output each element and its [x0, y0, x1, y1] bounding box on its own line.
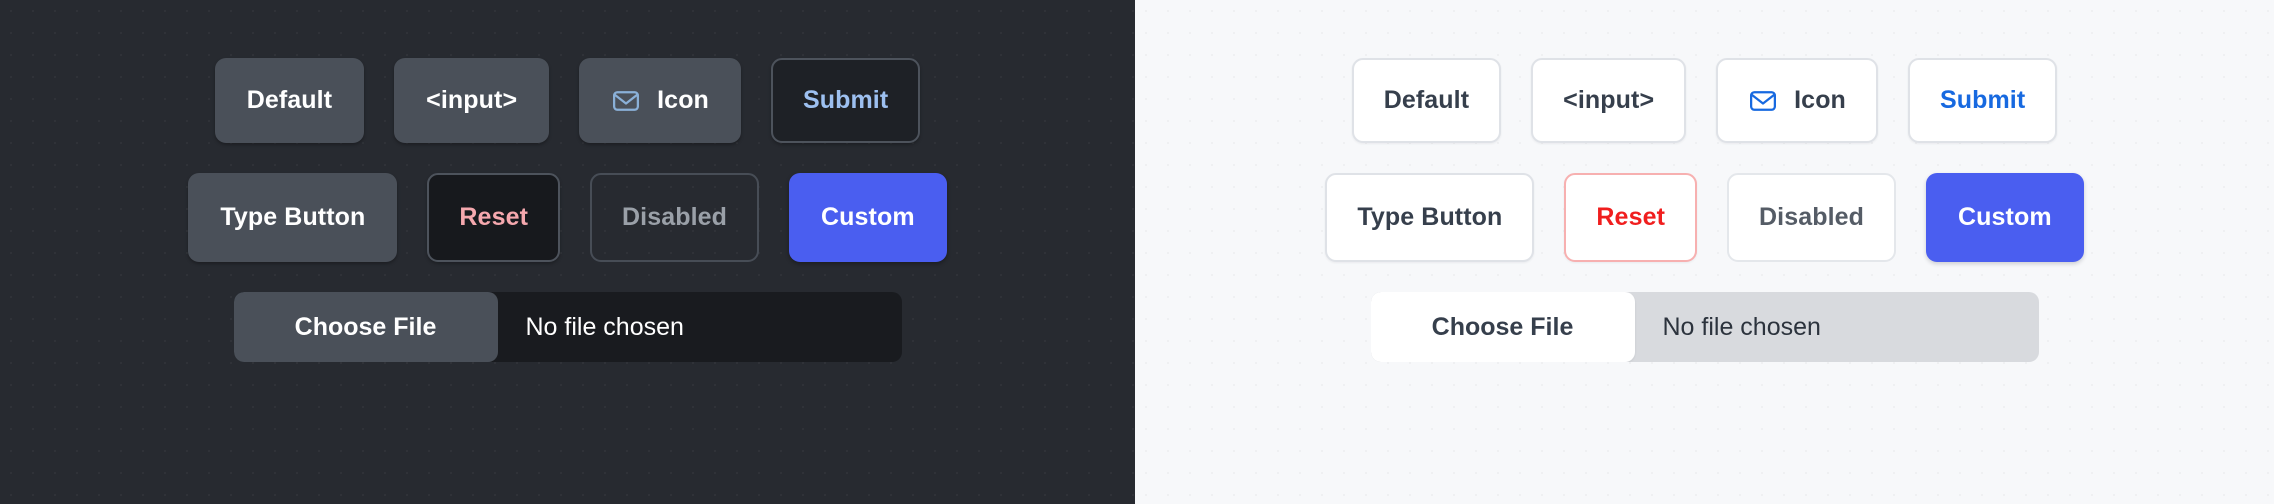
reset-button[interactable]: Reset: [427, 173, 560, 262]
choose-file-button[interactable]: Choose File: [233, 292, 498, 362]
file-status-label: No file chosen: [1662, 312, 1821, 341]
type-button[interactable]: Type Button: [188, 173, 398, 262]
envelope-icon: [611, 86, 641, 116]
custom-button-label: Custom: [821, 203, 915, 231]
reset-button-label: Reset: [1596, 203, 1665, 231]
dark-theme-panel: Default <input> Icon Submit Type Button …: [0, 0, 1135, 504]
type-button-label: Type Button: [1357, 203, 1503, 231]
default-button-label: Default: [246, 86, 333, 114]
dark-button-row-1: Default <input> Icon Submit: [214, 58, 921, 143]
file-input[interactable]: Choose File No file chosen: [233, 292, 902, 362]
reset-button[interactable]: Reset: [1564, 173, 1697, 262]
default-button-label: Default: [1383, 86, 1470, 114]
disabled-button-label: Disabled: [622, 203, 727, 231]
input-button-label: <input>: [1563, 86, 1655, 114]
icon-button-label: Icon: [657, 86, 709, 114]
dark-button-row-2: Type Button Reset Disabled Custom: [188, 173, 947, 262]
custom-button[interactable]: Custom: [1926, 173, 2084, 262]
custom-button-label: Custom: [1958, 203, 2052, 231]
file-status-label: No file chosen: [525, 312, 684, 341]
dark-button-gallery: Default <input> Icon Submit Type Button …: [0, 0, 1135, 504]
submit-button-label: Submit: [802, 86, 889, 114]
light-button-row-1: Default <input> Icon Submit: [1351, 58, 2058, 143]
choose-file-button[interactable]: Choose File: [1370, 292, 1635, 362]
light-button-gallery: Default <input> Icon Submit Type Button …: [1135, 0, 2274, 504]
default-button[interactable]: Default: [214, 58, 365, 143]
type-button-label: Type Button: [220, 203, 366, 231]
icon-button[interactable]: Icon: [1716, 58, 1878, 143]
light-button-row-3: Choose File No file chosen: [1370, 292, 2039, 362]
icon-button[interactable]: Icon: [579, 58, 741, 143]
type-button[interactable]: Type Button: [1325, 173, 1535, 262]
submit-button-label: Submit: [1939, 86, 2026, 114]
input-button[interactable]: <input>: [394, 58, 550, 143]
input-button-label: <input>: [426, 86, 518, 114]
submit-button[interactable]: Submit: [1907, 58, 2058, 143]
default-button[interactable]: Default: [1351, 58, 1502, 143]
disabled-button-label: Disabled: [1759, 203, 1864, 231]
disabled-button: Disabled: [1727, 173, 1896, 262]
dark-button-row-3: Choose File No file chosen: [233, 292, 902, 362]
reset-button-label: Reset: [459, 203, 528, 231]
file-input[interactable]: Choose File No file chosen: [1370, 292, 2039, 362]
disabled-button: Disabled: [590, 173, 759, 262]
submit-button[interactable]: Submit: [770, 58, 921, 143]
light-theme-panel: Default <input> Icon Submit Type Button …: [1135, 0, 2274, 504]
light-button-row-2: Type Button Reset Disabled Custom: [1325, 173, 2084, 262]
envelope-icon: [1748, 86, 1778, 116]
icon-button-label: Icon: [1794, 86, 1846, 114]
input-button[interactable]: <input>: [1531, 58, 1687, 143]
custom-button[interactable]: Custom: [789, 173, 947, 262]
